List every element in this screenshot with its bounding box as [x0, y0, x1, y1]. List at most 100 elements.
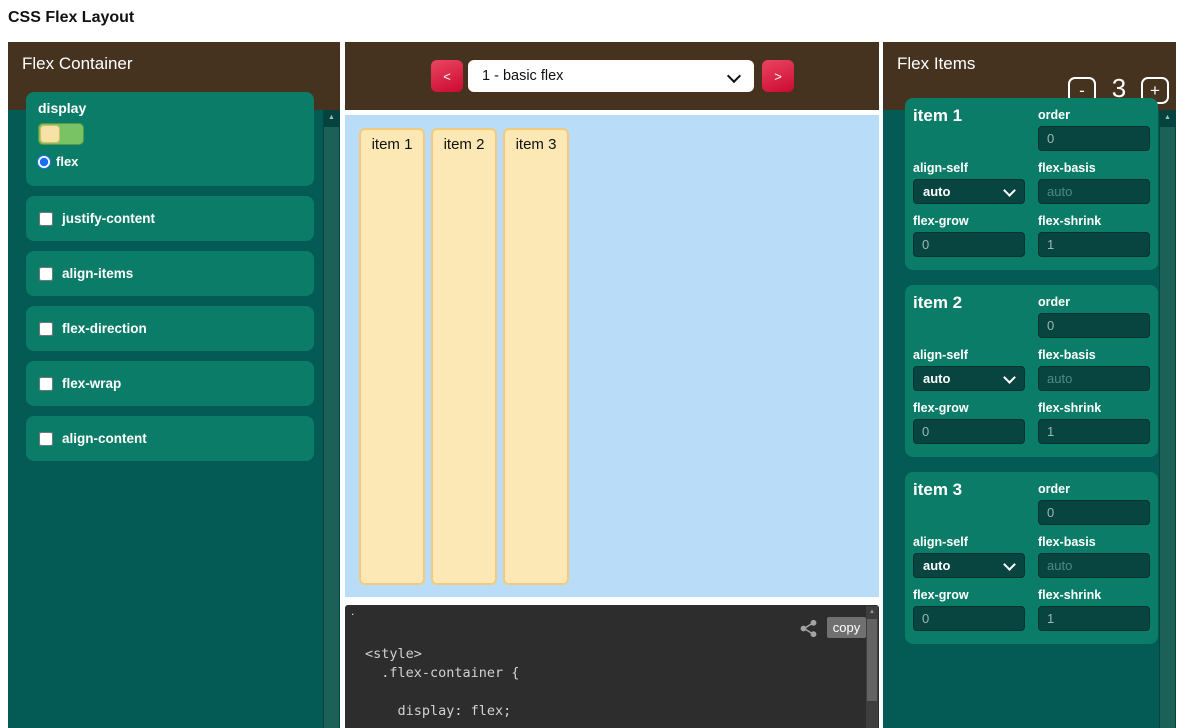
left-panel-scrollbar[interactable]: ▲	[323, 110, 340, 728]
justify-content-checkbox[interactable]	[39, 212, 53, 226]
align-items-checkbox[interactable]	[39, 267, 53, 281]
display-label: display	[38, 100, 86, 116]
item-3-flex-grow-field: flex-grow	[913, 588, 1025, 631]
item-2-flex-grow-input[interactable]	[913, 419, 1025, 444]
flex-grow-label: flex-grow	[913, 588, 1025, 602]
flex-direction-label: flex-direction	[62, 321, 147, 336]
item-1-align-self-select[interactable]: auto	[913, 179, 1025, 204]
flex-grow-label: flex-grow	[913, 401, 1025, 415]
next-example-button[interactable]: >	[762, 60, 794, 92]
item-1-flex-basis-field: flex-basis	[1038, 161, 1150, 204]
flex-container-title: Flex Container	[22, 54, 133, 74]
prev-example-button[interactable]: <	[431, 60, 463, 92]
prop-card-flex-direction[interactable]: flex-direction	[26, 306, 314, 351]
code-line	[365, 683, 519, 702]
align-self-label: align-self	[913, 161, 1025, 175]
flex-basis-label: flex-basis	[1038, 161, 1150, 175]
code-dot: .	[351, 604, 354, 618]
justify-content-label: justify-content	[62, 211, 155, 226]
item-1-flex-grow-input[interactable]	[913, 232, 1025, 257]
flex-direction-checkbox[interactable]	[39, 322, 53, 336]
demo-header: < 1 - basic flex >	[345, 42, 879, 110]
item-2-flex-shrink-input[interactable]	[1038, 419, 1150, 444]
prop-card-flex-wrap[interactable]: flex-wrap	[26, 361, 314, 406]
item-2-flex-basis-field: flex-basis	[1038, 348, 1150, 391]
item-2-order-field: order	[1038, 295, 1150, 338]
order-label: order	[1038, 108, 1150, 122]
code-scrollbar-thumb[interactable]	[867, 619, 877, 701]
order-label: order	[1038, 482, 1150, 496]
flex-wrap-checkbox[interactable]	[39, 377, 53, 391]
item-2-flex-basis-input[interactable]	[1038, 366, 1150, 391]
item-1-align-self-field: align-self auto	[913, 161, 1025, 204]
flex-container-panel: Flex Container display flex justify-cont…	[8, 42, 340, 728]
display-card: display flex	[26, 92, 314, 186]
flex-basis-label: flex-basis	[1038, 535, 1150, 549]
scroll-up-icon[interactable]: ▲	[323, 110, 340, 126]
item-1-order-field: order	[1038, 108, 1150, 151]
code-line: .flex-container {	[365, 664, 519, 683]
item-3-flex-shrink-field: flex-shrink	[1038, 588, 1150, 631]
item-1-align-self-select-wrap: auto	[913, 179, 1025, 204]
code-scrollbar[interactable]: ▲	[866, 606, 878, 728]
order-label: order	[1038, 295, 1150, 309]
flex-shrink-label: flex-shrink	[1038, 588, 1150, 602]
display-toggle[interactable]	[38, 123, 84, 145]
item-1-card: item 1 order align-self auto flex-basis …	[905, 98, 1158, 270]
example-select[interactable]: 1 - basic flex	[468, 60, 754, 92]
item-1-name: item 1	[913, 106, 962, 126]
item-2-flex-grow-field: flex-grow	[913, 401, 1025, 444]
scroll-up-icon[interactable]: ▲	[1159, 110, 1176, 126]
align-self-label: align-self	[913, 535, 1025, 549]
flex-grow-label: flex-grow	[913, 214, 1025, 228]
align-self-label: align-self	[913, 348, 1025, 362]
item-2-name: item 2	[913, 293, 962, 313]
flex-items-title: Flex Items	[897, 54, 975, 74]
item-2-card: item 2 order align-self auto flex-basis …	[905, 285, 1158, 457]
item-1-flex-shrink-field: flex-shrink	[1038, 214, 1150, 257]
page: CSS Flex Layout Flex Container display f…	[0, 0, 1199, 728]
flex-radio[interactable]	[37, 155, 51, 169]
item-2-order-input[interactable]	[1038, 313, 1150, 338]
item-1-order-input[interactable]	[1038, 126, 1150, 151]
item-3-name: item 3	[913, 480, 962, 500]
item-2-flex-shrink-field: flex-shrink	[1038, 401, 1150, 444]
item-2-align-self-field: align-self auto	[913, 348, 1025, 391]
item-2-align-self-select[interactable]: auto	[913, 366, 1025, 391]
align-content-checkbox[interactable]	[39, 432, 53, 446]
flex-demo-container: item 1 item 2 item 3	[345, 115, 879, 597]
item-3-align-self-select-wrap: auto	[913, 553, 1025, 578]
prop-card-align-content[interactable]: align-content	[26, 416, 314, 461]
align-items-label: align-items	[62, 266, 133, 281]
prop-card-align-items[interactable]: align-items	[26, 251, 314, 296]
flex-shrink-label: flex-shrink	[1038, 401, 1150, 415]
item-3-order-input[interactable]	[1038, 500, 1150, 525]
right-panel-scrollbar[interactable]: ▲	[1159, 110, 1176, 728]
flex-radio-label: flex	[56, 154, 78, 169]
align-content-label: align-content	[62, 431, 147, 446]
item-3-flex-shrink-input[interactable]	[1038, 606, 1150, 631]
share-icon[interactable]	[800, 619, 818, 638]
item-3-flex-grow-input[interactable]	[913, 606, 1025, 631]
item-1-flex-basis-input[interactable]	[1038, 179, 1150, 204]
right-panel-scrollbar-thumb[interactable]	[1160, 127, 1175, 728]
flex-items-panel: Flex Items - 3 + item 1 order align-self…	[883, 42, 1176, 728]
example-select-wrap: 1 - basic flex	[468, 60, 754, 92]
code-content: <style> .flex-container { display: flex;	[365, 645, 519, 721]
item-1-flex-grow-field: flex-grow	[913, 214, 1025, 257]
item-1-flex-shrink-input[interactable]	[1038, 232, 1150, 257]
item-3-flex-basis-field: flex-basis	[1038, 535, 1150, 578]
flex-wrap-label: flex-wrap	[62, 376, 121, 391]
flex-item-3: item 3	[503, 128, 569, 585]
prop-card-justify-content[interactable]: justify-content	[26, 196, 314, 241]
demo-panel: < 1 - basic flex > item 1 item 2 item 3 …	[345, 42, 879, 728]
item-3-order-field: order	[1038, 482, 1150, 525]
left-panel-scrollbar-thumb[interactable]	[324, 127, 339, 728]
item-3-align-self-select[interactable]: auto	[913, 553, 1025, 578]
flex-basis-label: flex-basis	[1038, 348, 1150, 362]
item-3-flex-basis-input[interactable]	[1038, 553, 1150, 578]
display-flex-radio-row[interactable]: flex	[37, 154, 78, 169]
code-line: display: flex;	[365, 702, 519, 721]
scroll-up-icon[interactable]: ▲	[866, 606, 878, 618]
copy-button[interactable]: copy	[827, 617, 866, 638]
